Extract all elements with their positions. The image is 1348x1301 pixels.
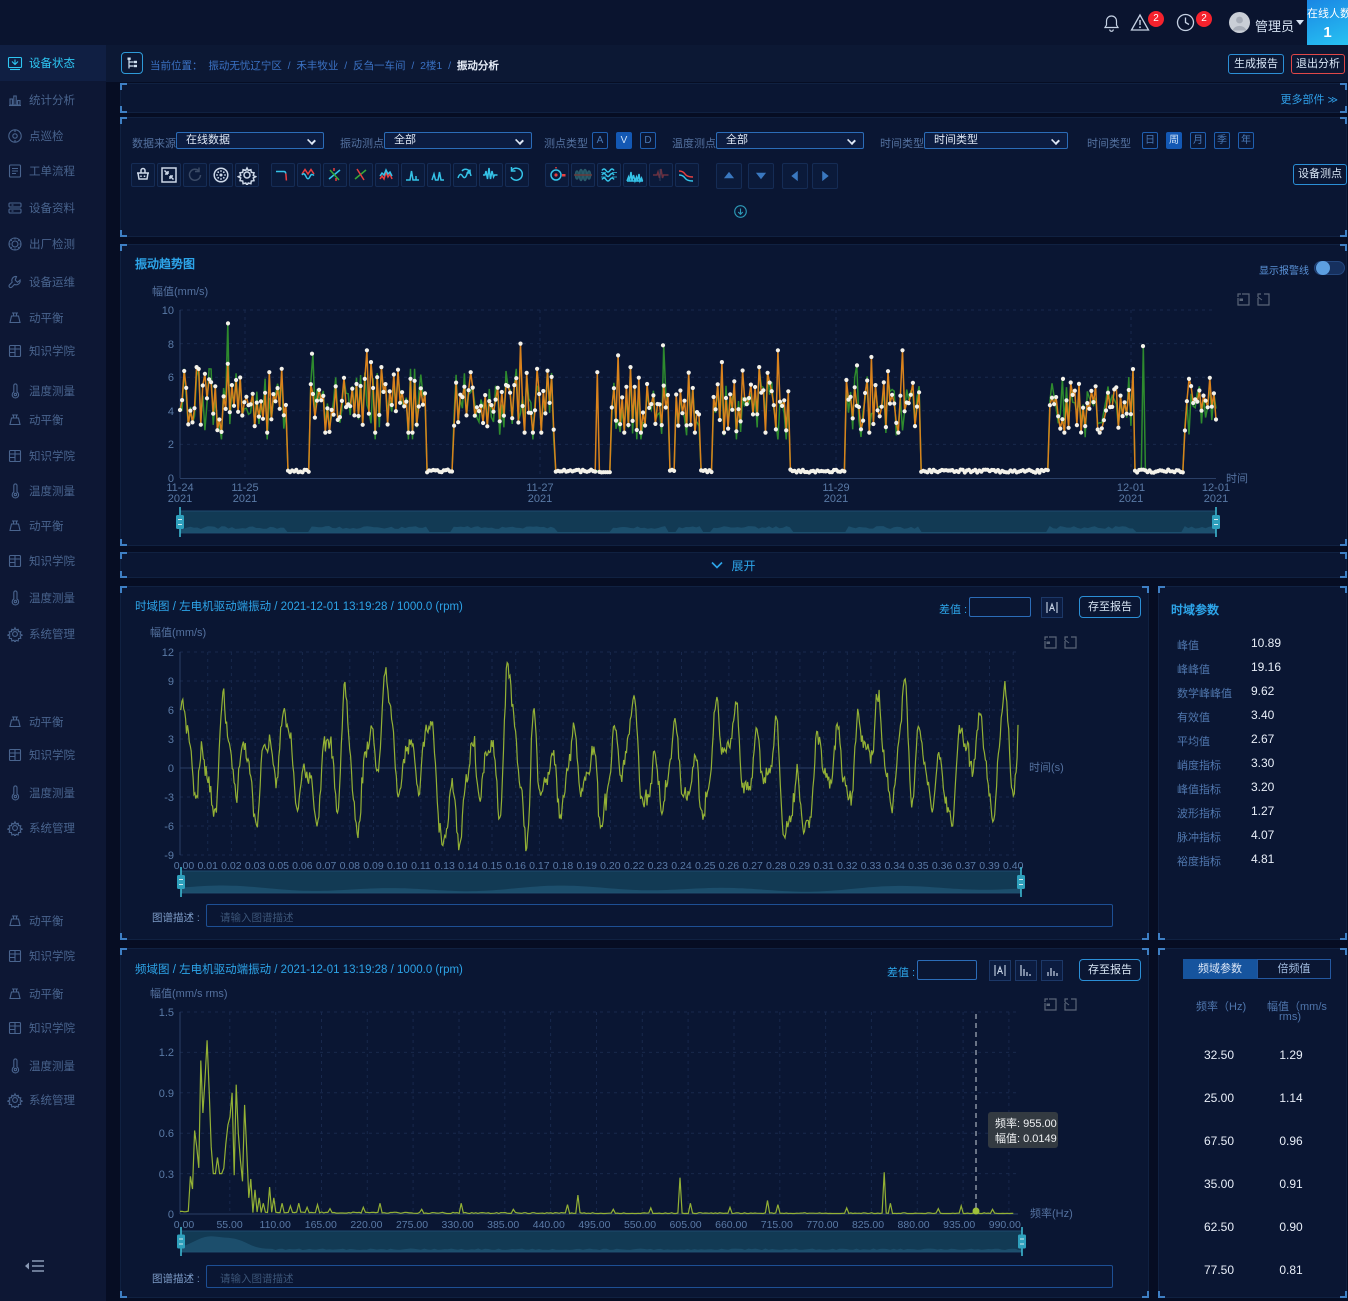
svg-text:频率: 955.00: 频率: 955.00 <box>995 1116 1057 1130</box>
svg-text:0.35: 0.35 <box>908 860 929 872</box>
svg-text:4: 4 <box>168 406 174 418</box>
svg-text:1.5: 1.5 <box>159 1007 174 1019</box>
svg-text:2: 2 <box>168 439 174 451</box>
svg-text:0.16: 0.16 <box>505 860 526 872</box>
svg-text:0.22: 0.22 <box>624 860 645 872</box>
svg-text:440.00: 440.00 <box>533 1219 565 1231</box>
svg-text:0.31: 0.31 <box>813 860 834 872</box>
svg-text:0.07: 0.07 <box>316 860 337 872</box>
svg-text:0.18: 0.18 <box>553 860 574 872</box>
svg-text:2021: 2021 <box>1119 493 1143 505</box>
svg-text:0.00: 0.00 <box>174 1219 195 1231</box>
svg-text:2021: 2021 <box>1204 493 1228 505</box>
svg-text:110.00: 110.00 <box>260 1219 291 1231</box>
svg-text:165.00: 165.00 <box>305 1219 337 1231</box>
svg-text:-6: -6 <box>164 821 174 833</box>
svg-text:0.28: 0.28 <box>766 860 787 872</box>
svg-text:频率(Hz): 频率(Hz) <box>1030 1206 1073 1220</box>
svg-text:0.9: 0.9 <box>159 1088 174 1100</box>
svg-text:495.00: 495.00 <box>578 1219 610 1231</box>
svg-text:幅值: 0.0149: 幅值: 0.0149 <box>995 1132 1057 1145</box>
svg-text:6: 6 <box>168 705 174 717</box>
svg-text:0.36: 0.36 <box>932 860 953 872</box>
svg-text:0.6: 0.6 <box>159 1128 174 1140</box>
svg-text:715.00: 715.00 <box>761 1219 793 1231</box>
svg-text:880.00: 880.00 <box>898 1219 930 1231</box>
svg-text:0.39: 0.39 <box>979 860 1000 872</box>
svg-text:55.00: 55.00 <box>216 1219 242 1231</box>
svg-text:0.08: 0.08 <box>340 860 361 872</box>
svg-text:0.26: 0.26 <box>719 860 740 872</box>
svg-text:0.23: 0.23 <box>648 860 669 872</box>
svg-text:0.17: 0.17 <box>529 860 550 872</box>
svg-text:2021: 2021 <box>824 493 848 505</box>
svg-text:0.37: 0.37 <box>956 860 977 872</box>
svg-text:0.24: 0.24 <box>671 860 692 872</box>
svg-text:0.05: 0.05 <box>269 860 290 872</box>
svg-text:幅值(mm/s): 幅值(mm/s) <box>150 626 206 639</box>
svg-text:0.34: 0.34 <box>884 860 905 872</box>
svg-text:-9: -9 <box>164 850 174 862</box>
svg-text:2021: 2021 <box>233 493 257 505</box>
svg-text:0.27: 0.27 <box>742 860 763 872</box>
svg-text:0.09: 0.09 <box>363 860 384 872</box>
svg-text:0.20: 0.20 <box>600 860 621 872</box>
svg-text:0.29: 0.29 <box>790 860 811 872</box>
svg-text:0.01: 0.01 <box>197 860 218 872</box>
svg-text:605.00: 605.00 <box>670 1219 702 1231</box>
svg-text:330.00: 330.00 <box>442 1219 474 1231</box>
svg-text:550.00: 550.00 <box>624 1219 656 1231</box>
svg-text:0.19: 0.19 <box>576 860 597 872</box>
svg-text:275.00: 275.00 <box>396 1219 428 1231</box>
svg-text:660.00: 660.00 <box>715 1219 747 1231</box>
svg-text:-3: -3 <box>164 792 174 804</box>
svg-text:0.00: 0.00 <box>174 860 195 872</box>
svg-text:时间(s): 时间(s) <box>1029 761 1064 774</box>
svg-text:10: 10 <box>162 305 174 317</box>
svg-text:幅值(mm/s): 幅值(mm/s) <box>152 285 208 298</box>
svg-text:0.03: 0.03 <box>245 860 266 872</box>
svg-text:0.14: 0.14 <box>458 860 479 872</box>
svg-text:935.00: 935.00 <box>943 1219 975 1231</box>
svg-text:385.00: 385.00 <box>487 1219 519 1231</box>
svg-text:6: 6 <box>168 372 174 384</box>
svg-text:0.3: 0.3 <box>159 1169 174 1181</box>
svg-text:8: 8 <box>168 339 174 351</box>
svg-text:0.06: 0.06 <box>292 860 313 872</box>
svg-text:0.02: 0.02 <box>221 860 242 872</box>
svg-text:0.32: 0.32 <box>837 860 858 872</box>
svg-text:幅值(mm/s rms): 幅值(mm/s rms) <box>150 987 228 1000</box>
svg-text:220.00: 220.00 <box>350 1219 382 1231</box>
svg-text:0.10: 0.10 <box>387 860 408 872</box>
svg-text:0.33: 0.33 <box>861 860 882 872</box>
svg-text:2021: 2021 <box>528 493 552 505</box>
svg-text:0.13: 0.13 <box>434 860 455 872</box>
svg-text:825.00: 825.00 <box>852 1219 884 1231</box>
svg-text:1.2: 1.2 <box>159 1047 174 1059</box>
svg-text:时间: 时间 <box>1226 472 1248 485</box>
svg-text:770.00: 770.00 <box>806 1219 838 1231</box>
svg-text:0.15: 0.15 <box>482 860 503 872</box>
svg-text:0: 0 <box>168 763 174 775</box>
svg-text:2021: 2021 <box>168 493 192 505</box>
svg-text:3: 3 <box>168 734 174 746</box>
svg-text:12: 12 <box>162 647 174 659</box>
svg-text:990.00: 990.00 <box>989 1219 1021 1231</box>
svg-text:0.11: 0.11 <box>411 860 431 872</box>
svg-text:9: 9 <box>168 676 174 688</box>
svg-text:0.25: 0.25 <box>695 860 716 872</box>
